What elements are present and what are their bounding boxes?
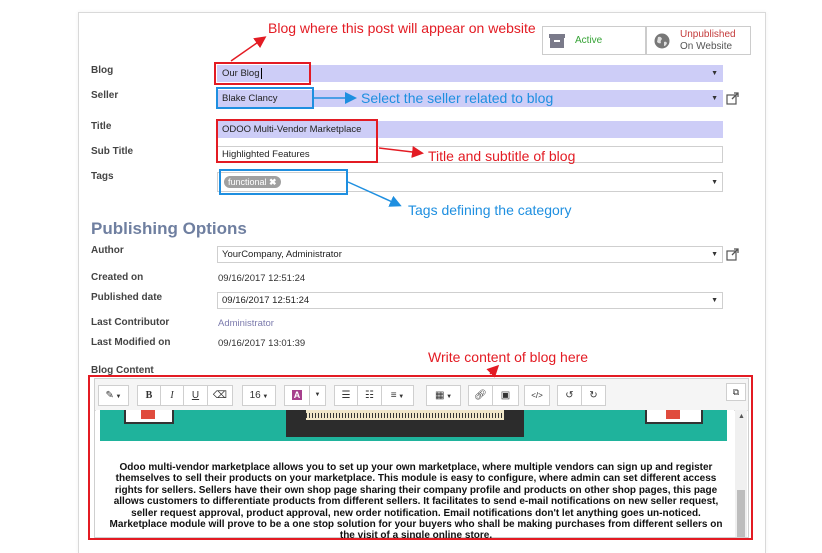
annotation-seller: Select the seller related to blog — [361, 90, 554, 106]
annotation-blog: Blog where this post will appear on webs… — [268, 20, 536, 36]
annotation-tags: Tags defining the category — [408, 202, 572, 218]
annotation-arrows — [230, 36, 500, 378]
annotation-title: Title and subtitle of blog — [428, 148, 576, 164]
annotation-content: Write content of blog here — [428, 349, 589, 365]
